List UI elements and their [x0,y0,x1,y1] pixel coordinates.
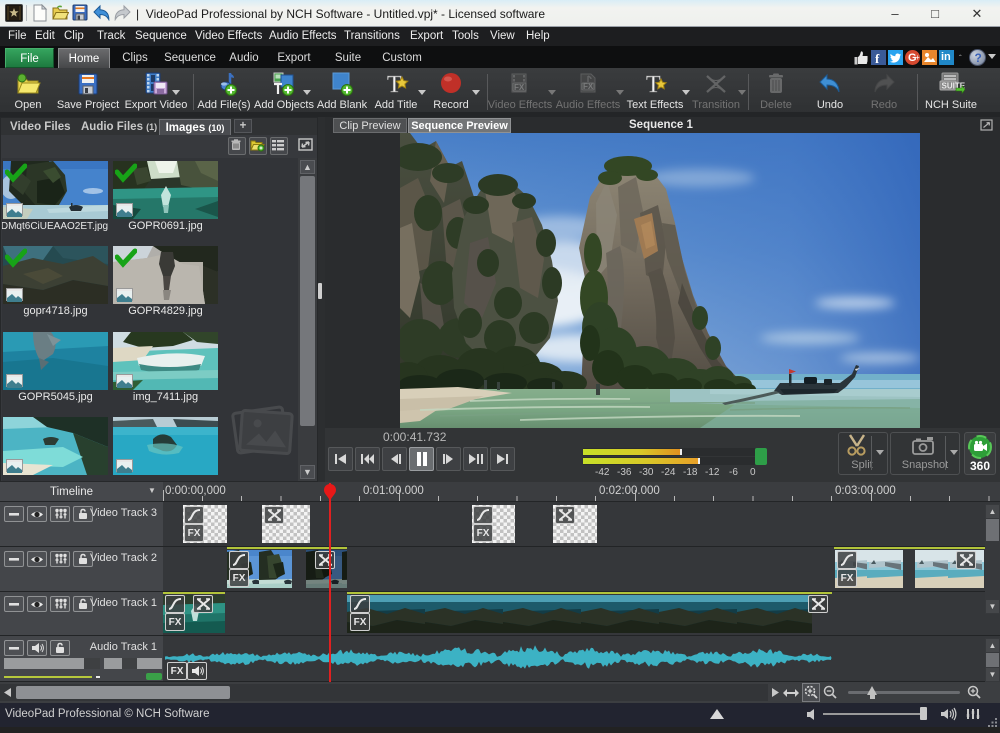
svg-text:FX: FX [583,82,594,91]
svg-text:FX: FX [514,83,525,92]
